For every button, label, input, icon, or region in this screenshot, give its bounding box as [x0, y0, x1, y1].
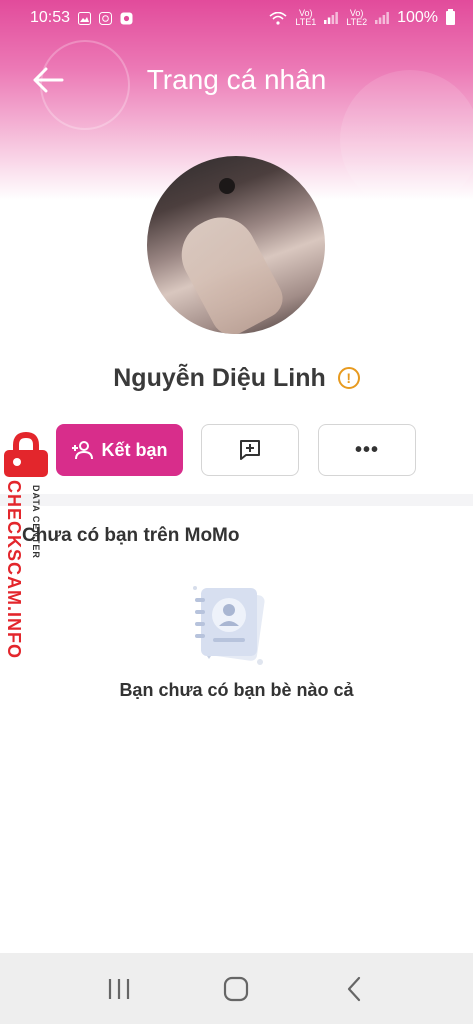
profile-name: Nguyễn Diệu Linh — [113, 363, 326, 392]
app-notification-icon — [120, 12, 133, 24]
watermark-brand: CHECKSCAM.INFO — [4, 480, 24, 659]
signal-icon — [324, 12, 339, 24]
section-divider — [0, 494, 473, 506]
watermark-subtitle: DATA CENTER — [31, 485, 41, 559]
message-button[interactable] — [201, 424, 299, 476]
recent-apps-icon — [108, 978, 129, 999]
add-friend-button[interactable]: Kết bạn — [56, 424, 183, 476]
avatar-photo-detail — [169, 205, 290, 334]
more-options-button[interactable]: ••• — [318, 424, 416, 476]
wifi-icon — [269, 11, 287, 25]
battery-percent: 100% — [397, 9, 438, 26]
avatar-photo-detail — [219, 178, 235, 194]
gallery-icon — [78, 11, 92, 25]
sim2-signal: Vo) LTE2 — [346, 8, 368, 27]
empty-friends-illustration — [193, 586, 265, 665]
system-nav-bar — [0, 953, 473, 1024]
empty-friends-text: Bạn chưa có bạn bè nào cả — [119, 680, 354, 700]
page-title: Trang cá nhân — [146, 64, 327, 95]
more-icon: ••• — [354, 438, 379, 461]
profile-name-row: Nguyễn Diệu Linh ! — [0, 358, 473, 398]
avatar[interactable] — [147, 156, 325, 334]
signal-icon — [375, 12, 389, 24]
arrow-left-icon — [33, 67, 64, 93]
status-right: Vo) LTE1 Vo) LTE2 100% — [269, 9, 455, 27]
chevron-left-icon — [348, 976, 361, 1001]
friends-section-title: Chưa có bạn trên MoMo — [22, 525, 240, 546]
sim1-label: LTE1 — [295, 17, 317, 27]
warning-icon[interactable]: ! — [337, 367, 360, 389]
back-nav-button[interactable] — [329, 969, 379, 1009]
add-friend-label: Kết bạn — [101, 439, 168, 460]
chat-add-icon — [240, 440, 260, 460]
sim1-signal: Vo) LTE1 — [295, 8, 317, 27]
top-bar: Trang cá nhân — [0, 50, 473, 110]
sim2-label: LTE2 — [346, 17, 368, 27]
instagram-icon — [99, 11, 113, 25]
back-button[interactable] — [28, 62, 68, 98]
battery-icon — [446, 9, 455, 25]
action-buttons: Kết bạn ••• — [0, 424, 473, 476]
home-icon — [224, 976, 249, 1001]
person-add-icon — [72, 441, 94, 460]
status-left: 10:53 — [30, 9, 133, 27]
status-bar: 10:53 Vo) LTE1 Vo) LTE2 100% — [0, 0, 473, 36]
lock-icon — [4, 432, 48, 477]
status-time: 10:53 — [30, 9, 71, 26]
home-button[interactable] — [211, 969, 261, 1009]
recent-apps-button[interactable] — [94, 969, 144, 1009]
